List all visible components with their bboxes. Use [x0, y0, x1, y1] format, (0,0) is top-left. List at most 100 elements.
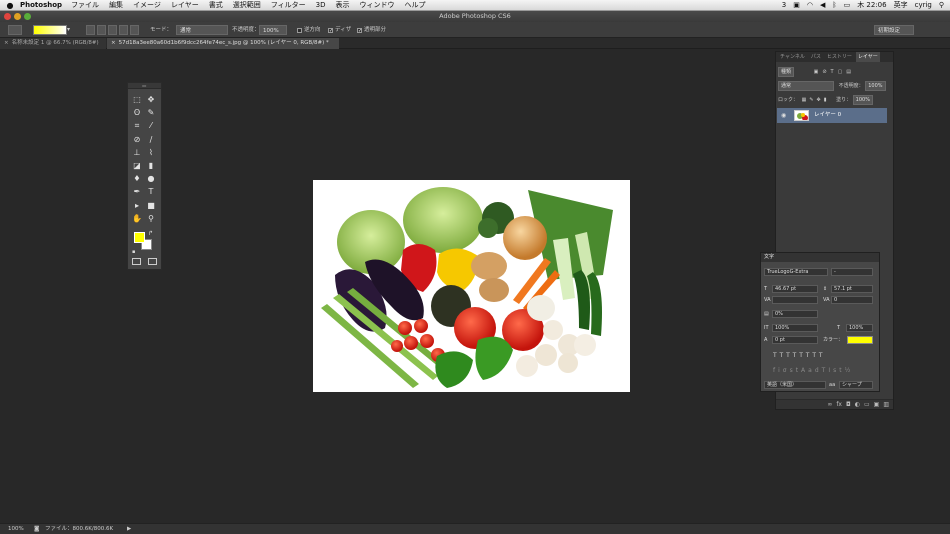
dither-checkbox[interactable]: ✓ ディザ	[328, 25, 351, 35]
zoom-icon[interactable]: ⚲	[145, 213, 157, 225]
workspace-select[interactable]: 初期設定	[874, 25, 914, 35]
foreground-color-swatch[interactable]	[134, 232, 145, 243]
opentype-buttons[interactable]: fiσstAadTIst½	[773, 367, 853, 374]
gradient-dropdown-icon[interactable]: ▾	[67, 25, 70, 35]
filter-icons[interactable]: ▣⊘T▢▤	[814, 69, 855, 75]
opacity-input[interactable]: 100%	[259, 25, 287, 35]
layer-kind-filter[interactable]: 種類	[778, 67, 795, 77]
wifi-icon[interactable]: ◠	[807, 0, 813, 11]
trash-icon[interactable]: ▥	[883, 400, 889, 409]
menu-filter[interactable]: フィルター	[271, 0, 306, 11]
tsume-input[interactable]: 0%	[772, 310, 818, 318]
tab-layers[interactable]: レイヤー	[855, 52, 880, 62]
gradient-icon[interactable]: ▮	[145, 160, 157, 172]
swap-colors-icon[interactable]: ↱	[148, 230, 153, 237]
path-select-icon[interactable]: ▸	[131, 200, 143, 212]
character-panel-title[interactable]: 文字	[761, 253, 879, 262]
blend-mode-select[interactable]: 通常	[778, 81, 834, 91]
close-window-button[interactable]	[4, 13, 11, 20]
fill-input[interactable]: 100%	[852, 95, 873, 105]
apple-menu-icon[interactable]: ●	[4, 0, 16, 11]
minimize-window-button[interactable]	[14, 13, 21, 20]
adjustment-icon[interactable]: ◐	[855, 400, 860, 409]
font-size-input[interactable]: 46.67 pt	[772, 285, 818, 293]
menu-window[interactable]: ウィンドウ	[359, 0, 394, 11]
menu-help[interactable]: ヘルプ	[404, 0, 425, 11]
user-menu[interactable]: cyrig	[915, 0, 932, 11]
menu-file[interactable]: ファイル	[71, 0, 99, 11]
linear-gradient-button[interactable]	[86, 25, 95, 35]
screen-mode-icon[interactable]	[148, 258, 157, 265]
history-brush-icon[interactable]: ⌇	[145, 147, 157, 159]
fx-icon[interactable]: fx	[836, 400, 842, 409]
tab-channels[interactable]: チャンネル	[778, 52, 807, 62]
display-icon[interactable]: ▣	[793, 0, 800, 11]
antialias-select[interactable]: シャープ	[839, 381, 873, 389]
tab-paths[interactable]: パス	[809, 52, 823, 62]
font-style-select[interactable]: -	[831, 268, 873, 276]
dodge-icon[interactable]: ●	[145, 173, 157, 185]
battery-icon[interactable]: ▭	[844, 0, 851, 11]
eraser-icon[interactable]: ◪	[131, 160, 143, 172]
text-color-swatch[interactable]	[847, 336, 873, 344]
mode-select[interactable]: 通常	[176, 25, 228, 35]
gradient-preview[interactable]	[33, 25, 67, 35]
new-layer-icon[interactable]: ▣	[874, 400, 880, 409]
link-icon[interactable]: ∞	[827, 400, 832, 409]
quick-mask-icon[interactable]	[132, 258, 141, 265]
panel-grip[interactable]: ▸▸	[128, 83, 161, 89]
tool-preset-picker[interactable]	[8, 25, 22, 35]
quick-select-icon[interactable]: ✎	[145, 107, 157, 119]
marquee-icon[interactable]: ⬚	[131, 94, 143, 106]
tab-untitled[interactable]: × 名称未設定 1 @ 66.7% (RGB/8#)	[0, 38, 106, 49]
visibility-eye-icon[interactable]: ◉	[781, 108, 786, 123]
layer-row[interactable]: ◉ レイヤー 0	[777, 108, 887, 123]
close-tab-icon[interactable]: ×	[111, 40, 116, 46]
menu-type[interactable]: 書式	[209, 0, 223, 11]
tab-vegetables[interactable]: × 57d18a3ee80a60d1b6f9dcc264fe74ec_s.jpg …	[107, 38, 339, 49]
zoom-window-button[interactable]	[24, 13, 31, 20]
baseline-shift-input[interactable]: 0 pt	[772, 336, 818, 344]
hand-icon[interactable]: ✋	[131, 213, 143, 225]
angle-gradient-button[interactable]	[108, 25, 117, 35]
reverse-checkbox[interactable]: 逆方向	[297, 25, 321, 35]
diamond-gradient-button[interactable]	[130, 25, 139, 35]
menu-edit[interactable]: 編集	[109, 0, 123, 11]
leading-input[interactable]: 57.1 pt	[831, 285, 873, 293]
healing-icon[interactable]: ⊘	[131, 134, 143, 146]
status-menu-arrow-icon[interactable]: ▶	[127, 524, 131, 534]
lasso-icon[interactable]: ʘ	[131, 107, 143, 119]
menu-select[interactable]: 選択範囲	[233, 0, 261, 11]
tab-history[interactable]: ヒストリー	[825, 52, 854, 62]
crop-icon[interactable]: ⌗	[131, 120, 143, 132]
menu-3d[interactable]: 3D	[316, 0, 326, 11]
tracking-input[interactable]: 0	[831, 296, 873, 304]
eyedropper-icon[interactable]: ⁄	[145, 120, 157, 132]
status-icon[interactable]: ◙	[34, 524, 39, 534]
move-icon[interactable]: ✥	[145, 94, 157, 106]
layer-opacity-input[interactable]: 100%	[865, 81, 886, 91]
mask-icon[interactable]: ◘	[846, 400, 851, 409]
shape-icon[interactable]: ■	[145, 200, 157, 212]
language-select[interactable]: 英語（米国）	[764, 381, 826, 389]
text-style-buttons[interactable]: TTTTTTTT	[773, 352, 826, 359]
transparency-checkbox[interactable]: ✓ 透明部分	[357, 25, 386, 35]
default-colors-icon[interactable]: ▪	[132, 249, 135, 255]
pen-icon[interactable]: ✒	[131, 186, 143, 198]
type-icon[interactable]: T	[145, 186, 157, 198]
group-icon[interactable]: ▭	[864, 400, 870, 409]
radial-gradient-button[interactable]	[97, 25, 106, 35]
font-family-select[interactable]: TrueLogoG-Extra	[764, 268, 828, 276]
lock-icons[interactable]: ▦✎✥▮	[802, 97, 830, 103]
zoom-level[interactable]: 100%	[8, 524, 24, 534]
menu-layer[interactable]: レイヤー	[171, 0, 199, 11]
bluetooth-icon[interactable]: ᛒ	[832, 0, 836, 11]
clock[interactable]: 木 22:06	[857, 0, 886, 11]
document-canvas[interactable]	[313, 180, 630, 392]
badge-count[interactable]: 3	[782, 0, 786, 11]
input-menu[interactable]: 英字	[894, 0, 908, 11]
blur-icon[interactable]: ♦	[131, 173, 143, 185]
menu-image[interactable]: イメージ	[133, 0, 161, 11]
spotlight-icon[interactable]: ⚲	[939, 0, 944, 11]
reflected-gradient-button[interactable]	[119, 25, 128, 35]
